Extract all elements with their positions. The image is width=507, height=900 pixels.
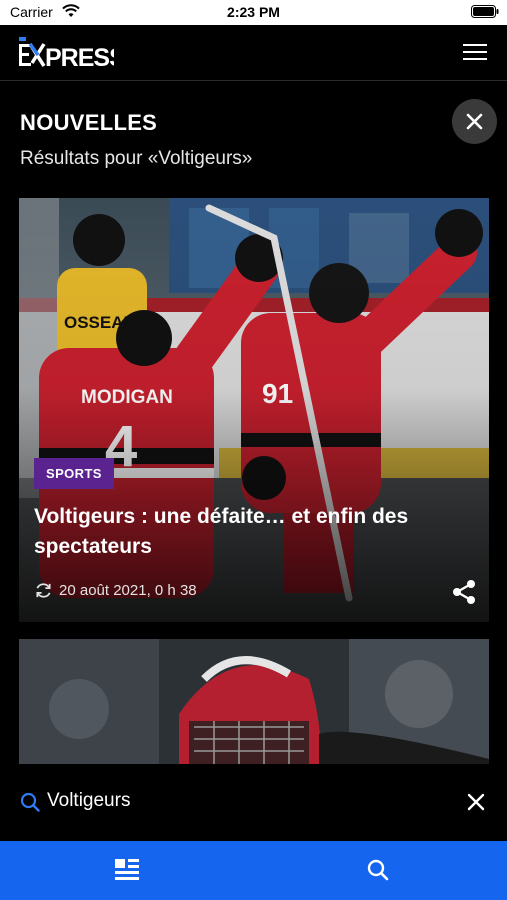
article-meta: 20 août 2021, 0 h 38 [34, 581, 197, 600]
svg-text:PRESS: PRESS [45, 44, 114, 71]
tab-search[interactable] [253, 841, 506, 900]
article-title[interactable]: Voltigeurs : une défaite… et enfin des s… [34, 502, 454, 562]
hamburger-menu-icon[interactable] [463, 44, 487, 62]
article-card[interactable] [19, 639, 489, 765]
news-feed-icon [115, 859, 139, 880]
article-photo [19, 639, 489, 765]
express-logo[interactable]: PRESS [18, 35, 126, 76]
search-results-label: Résultats pour «Voltigeurs» [20, 148, 253, 169]
app-header: PRESS [0, 25, 507, 81]
search-icon [367, 859, 389, 881]
article-date: 20 août 2021, 0 h 38 [59, 582, 197, 599]
section-title: NOUVELLES [20, 110, 158, 135]
battery-icon [471, 5, 499, 21]
category-badge[interactable]: SPORTS [34, 458, 114, 489]
bottom-tab-bar [0, 841, 507, 900]
status-bar: Carrier 2:23 PM [0, 0, 507, 25]
article-card[interactable]: OSSEAU MODIGAN 4 91 SPORTS Voltigeurs : … [19, 198, 489, 622]
clear-search-icon[interactable] [467, 793, 485, 816]
search-icon [20, 792, 40, 817]
tab-news[interactable] [0, 841, 253, 900]
search-bar [0, 764, 507, 841]
search-input[interactable] [47, 786, 427, 816]
close-icon [466, 113, 483, 130]
clock: 2:23 PM [227, 4, 280, 20]
share-icon[interactable] [451, 579, 477, 610]
refresh-icon [36, 583, 51, 598]
close-button[interactable] [452, 99, 497, 144]
